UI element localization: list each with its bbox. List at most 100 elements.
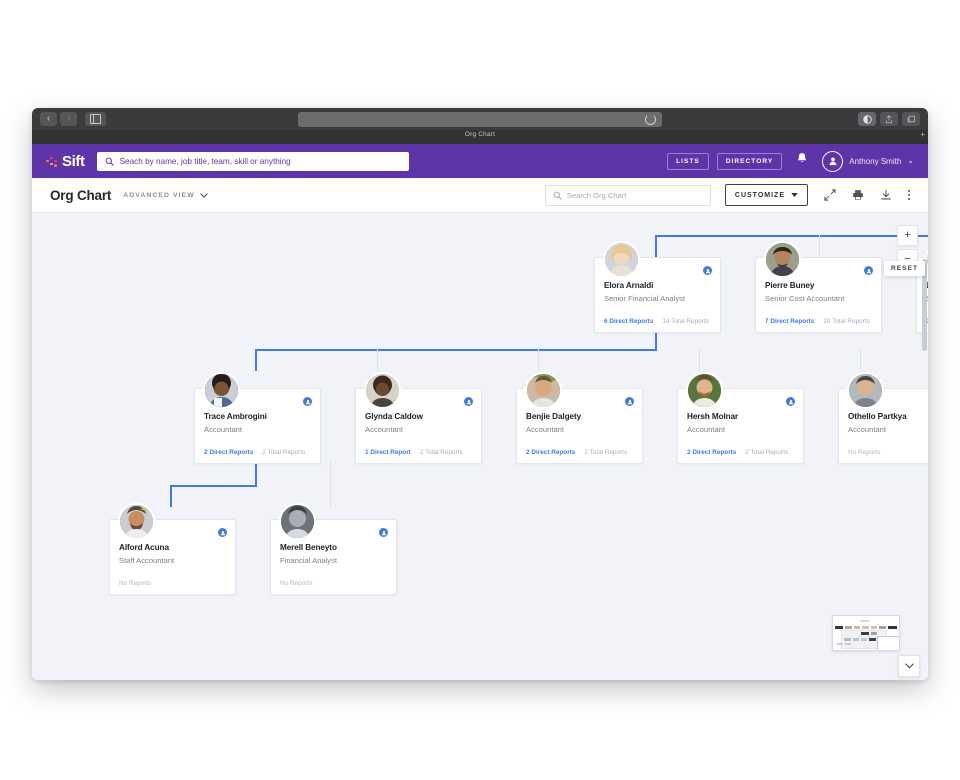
total-reports-label: 2 Total Reports <box>419 449 463 456</box>
chevron-down-icon[interactable]: ⌄ <box>907 157 914 165</box>
download-icon[interactable] <box>880 189 892 201</box>
browser-tab[interactable]: Org Chart <box>32 131 928 138</box>
print-icon[interactable] <box>852 189 864 201</box>
directory-button[interactable]: DIRECTORY <box>716 152 783 170</box>
user-menu[interactable]: Anthony Smith ⌄ <box>822 150 914 172</box>
person-name: Othello Partkya <box>848 412 907 421</box>
back-icon[interactable]: ‹ <box>40 112 57 126</box>
reset-zoom-button[interactable]: RESET <box>884 261 925 276</box>
avatar <box>279 503 316 540</box>
direct-reports-link[interactable]: 2 Direct Reports <box>526 449 575 456</box>
sift-logo[interactable]: Sift <box>46 153 85 170</box>
person-name: Elora Arnaldi <box>604 281 654 290</box>
node-footer: No Reports <box>839 449 928 463</box>
person-badge-icon[interactable] <box>379 528 388 537</box>
total-reports-label: 2 Total Reports <box>262 449 306 456</box>
person-name: Benjie Dalgety <box>526 412 582 421</box>
connector-top-left-down <box>655 235 657 257</box>
direct-reports-link[interactable]: 2 Direct Reports <box>687 449 736 456</box>
orgchart-node[interactable]: Merell Beneyto Financial Analyst No Repo… <box>270 503 397 595</box>
total-reports-label: 20 Total Reports <box>823 318 870 325</box>
direct-reports-link[interactable]: 2 Direct Reports <box>204 449 253 456</box>
orgchart-node[interactable]: Pierre Buney Senior Cost Accountant 7 Di… <box>755 241 882 333</box>
sidebar-toggle-icon[interactable] <box>85 112 106 126</box>
person-title: Staff Accountant <box>119 556 175 565</box>
orgchart-node[interactable]: Hersh Molnar Accountant 2 Direct Reports… <box>677 372 804 464</box>
person-badge-icon[interactable] <box>703 266 712 275</box>
privacy-shield-icon[interactable] <box>858 112 876 126</box>
chevron-down-icon <box>904 663 914 669</box>
customize-button[interactable]: CUSTOMIZE <box>724 184 808 206</box>
forward-icon[interactable]: › <box>60 112 77 126</box>
app-header: Sift Seach by name, job title, team, ski… <box>32 144 928 178</box>
tab-overview-icon[interactable] <box>902 112 920 126</box>
person-badge-icon[interactable] <box>864 266 873 275</box>
direct-reports-link[interactable]: 1 Direct Report <box>365 449 411 456</box>
person-badge-icon[interactable] <box>625 397 634 406</box>
orgchart-search-input[interactable]: Search Org Chart <box>544 184 711 206</box>
guide-pierre <box>819 235 820 257</box>
node-footer: No Reports <box>271 580 396 594</box>
person-badge-icon[interactable] <box>464 397 473 406</box>
expand-fullscreen-icon[interactable] <box>824 189 836 201</box>
screenshot-root: ‹ › Org Chart + Sift Seach by name, job … <box>0 0 960 780</box>
person-title: Senior Financial Analyst <box>604 294 686 303</box>
lists-button[interactable]: LISTS <box>667 152 709 170</box>
bell-icon[interactable] <box>796 152 808 170</box>
node-footer: 2 Direct Reports 2 Total Reports <box>517 449 642 463</box>
orgchart-node[interactable]: Glynda Caldow Accountant 1 Direct Report… <box>355 372 482 464</box>
person-badge-icon[interactable] <box>218 528 227 537</box>
total-reports-label: 14 Total Reports <box>662 318 709 325</box>
chevron-down-icon <box>200 192 208 198</box>
avatar <box>764 241 801 278</box>
connector-level2-horizontal <box>255 349 657 351</box>
orgchart-node[interactable]: Benjie Dalgety Accountant 2 Direct Repor… <box>516 372 643 464</box>
node-footer: 7 Direct Reports 20 Total Reports <box>756 318 881 332</box>
person-badge-icon[interactable] <box>786 397 795 406</box>
total-reports-label: 2 Total Reports <box>584 449 628 456</box>
new-tab-button[interactable]: + <box>920 131 925 139</box>
connector-level2-left-down <box>255 349 257 371</box>
orgchart-canvas[interactable]: Elora Arnaldi Senior Financial Analyst 6… <box>32 213 928 680</box>
view-mode-selector[interactable]: ADVANCED VIEW <box>123 192 208 199</box>
no-reports-label: No Reports <box>848 449 881 456</box>
orgchart-node[interactable]: Elora Arnaldi Senior Financial Analyst 6… <box>594 241 721 333</box>
user-name-label: Anthony Smith <box>849 156 902 166</box>
guide-glynda <box>377 349 378 371</box>
person-title: Accountant <box>687 425 725 434</box>
orgchart-node[interactable]: Othello Partkya Accountant No Reports <box>838 372 928 464</box>
avatar <box>203 372 240 409</box>
avatar <box>603 241 640 278</box>
person-name: Hersh Molnar <box>687 412 739 421</box>
minimap-collapse-button[interactable] <box>898 655 920 677</box>
orgchart-search-placeholder: Search Org Chart <box>566 190 627 200</box>
direct-reports-link[interactable]: 7 Direct Reports <box>765 318 814 325</box>
orgchart-node[interactable]: Alford Acuna Staff Accountant No Reports <box>109 503 236 595</box>
connector-level3-horizontal <box>170 485 257 487</box>
direct-reports-link[interactable]: 6 Direct Reports <box>604 318 653 325</box>
minimap[interactable] <box>832 615 900 651</box>
brand-name: Sift <box>62 152 85 170</box>
zoom-in-button[interactable]: + <box>897 225 918 246</box>
reload-icon[interactable] <box>645 114 656 125</box>
node-footer: 2 Direct Reports 2 Total Reports <box>678 449 803 463</box>
more-vertical-icon[interactable] <box>908 190 910 200</box>
no-reports-label: No Reports <box>280 580 313 587</box>
node-footer: 2 Direct Reports 2 Total Reports <box>195 449 320 463</box>
guide-merell <box>330 461 331 507</box>
person-name: Pierre Buney <box>765 281 815 290</box>
global-search-input[interactable]: Seach by name, job title, team, skill or… <box>96 151 409 171</box>
person-badge-icon[interactable] <box>303 397 312 406</box>
search-icon <box>105 157 114 166</box>
logo-dots-icon <box>46 156 59 167</box>
connector-top-horizontal <box>655 235 928 237</box>
customize-label: CUSTOMIZE <box>734 191 785 199</box>
search-icon <box>553 191 562 200</box>
person-title: Accountant <box>204 425 242 434</box>
person-title: Accountant <box>365 425 403 434</box>
orgchart-node[interactable]: Trace Ambrogini Accountant 2 Direct Repo… <box>194 372 321 464</box>
tab-strip: Org Chart + <box>32 130 928 144</box>
share-icon[interactable] <box>880 112 898 126</box>
node-footer: No Reports <box>110 580 235 594</box>
address-bar[interactable] <box>298 112 662 127</box>
